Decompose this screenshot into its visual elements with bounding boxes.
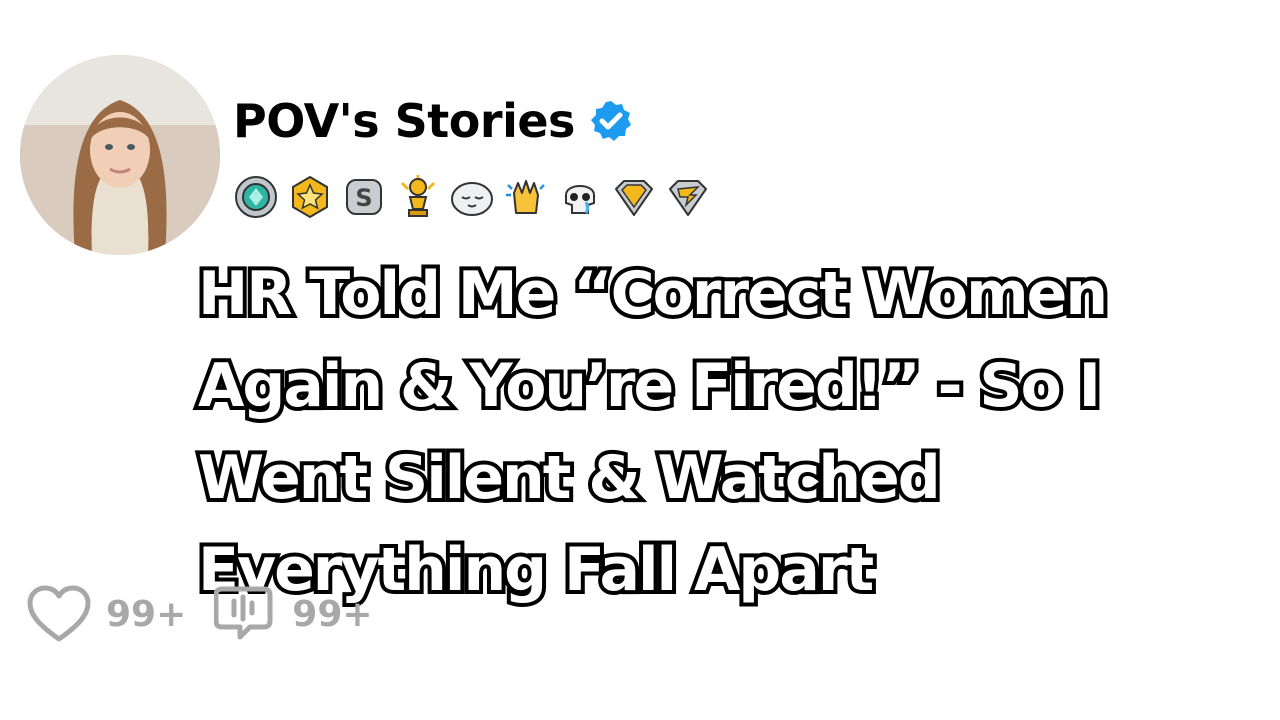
- comment-bubble-icon[interactable]: [214, 585, 278, 643]
- heart-outline-icon[interactable]: [26, 585, 92, 643]
- engagement-stats: 99+ 99+: [26, 585, 401, 643]
- profile-photo: [20, 55, 220, 255]
- like-count: 99+: [106, 593, 187, 635]
- username[interactable]: POV's Stories: [233, 94, 575, 148]
- gold-trophy-award-icon[interactable]: [394, 173, 442, 221]
- crying-skull-award-icon[interactable]: [556, 173, 604, 221]
- sleeping-face-award-icon[interactable]: [448, 173, 496, 221]
- username-row: POV's Stories: [233, 94, 633, 148]
- verified-badge-icon: [589, 99, 633, 143]
- award-badges: S: [232, 173, 712, 221]
- silver-s-award-icon[interactable]: S: [340, 173, 388, 221]
- svg-text:S: S: [355, 184, 372, 212]
- gold-diamond-award-icon[interactable]: [610, 173, 658, 221]
- comment-count: 99+: [292, 593, 373, 635]
- clapping-hands-award-icon[interactable]: [502, 173, 550, 221]
- silver-wing-award-icon[interactable]: [664, 173, 712, 221]
- avatar[interactable]: [20, 55, 220, 255]
- post-title[interactable]: HR Told Me “Correct Women Again & You’re…: [194, 248, 1258, 616]
- teal-gem-award-icon[interactable]: [232, 173, 280, 221]
- gold-star-award-icon[interactable]: [286, 173, 334, 221]
